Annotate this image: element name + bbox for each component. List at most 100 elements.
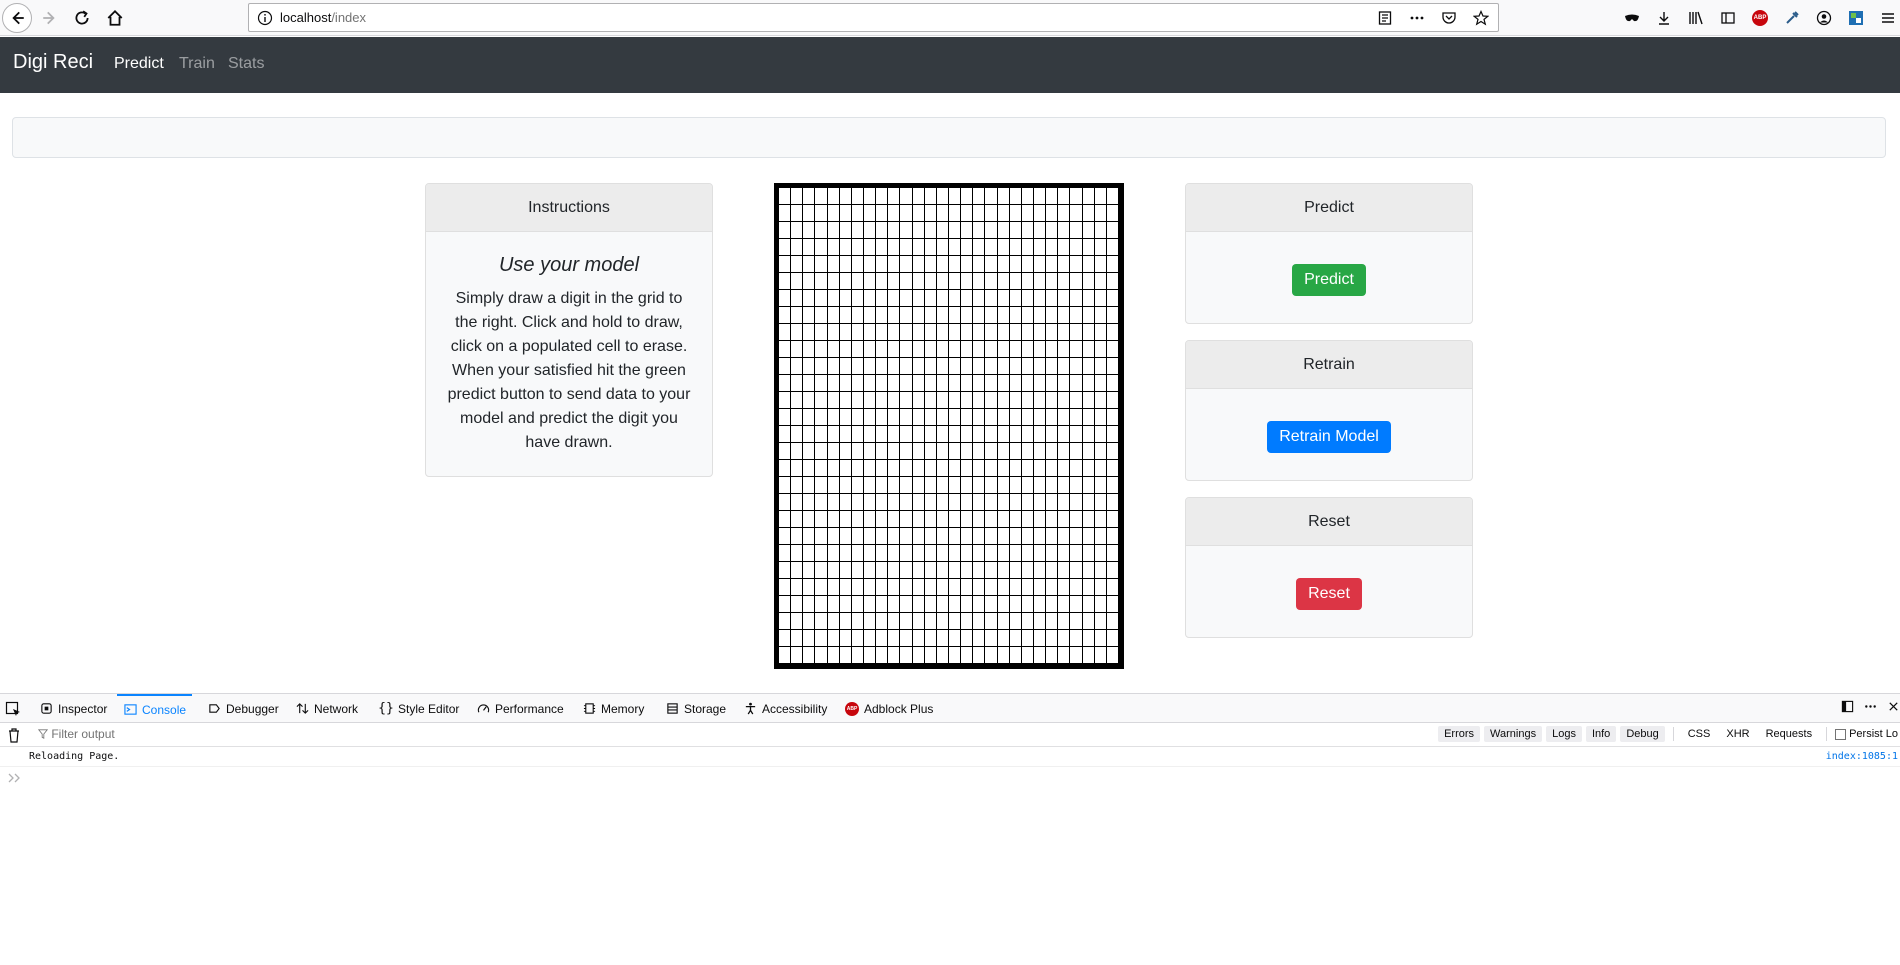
grid-cell[interactable] [851,290,864,307]
grid-cell[interactable] [961,613,974,630]
grid-cell[interactable] [1058,443,1071,460]
grid-cell[interactable] [864,375,877,392]
grid-cell[interactable] [1021,460,1034,477]
grid-cell[interactable] [997,477,1010,494]
grid-cell[interactable] [888,392,901,409]
grid-cell[interactable] [1021,545,1034,562]
grid-cell[interactable] [985,239,998,256]
grid-cell[interactable] [936,545,949,562]
grid-cell[interactable] [888,647,901,664]
grid-cell[interactable] [924,188,937,205]
grid-cell[interactable] [839,613,852,630]
grid-cell[interactable] [1058,392,1071,409]
grid-cell[interactable] [1034,596,1047,613]
bookmark-star-icon[interactable] [1472,9,1490,27]
grid-cell[interactable] [1070,426,1083,443]
grid-cell[interactable] [1009,511,1022,528]
grid-cell[interactable] [815,273,828,290]
reset-button[interactable]: Reset [1296,578,1362,610]
grid-cell[interactable] [973,528,986,545]
grid-cell[interactable] [1106,596,1119,613]
grid-cell[interactable] [1009,545,1022,562]
private-mask-icon[interactable] [1620,6,1644,30]
grid-cell[interactable] [949,358,962,375]
grid-cell[interactable] [851,477,864,494]
grid-cell[interactable] [827,460,840,477]
grid-cell[interactable] [912,307,925,324]
grid-cell[interactable] [779,375,792,392]
grid-cell[interactable] [924,409,937,426]
grid-cell[interactable] [900,443,913,460]
grid-cell[interactable] [827,579,840,596]
grid-cell[interactable] [851,341,864,358]
grid-cell[interactable] [803,341,816,358]
grid-cell[interactable] [924,630,937,647]
grid-cell[interactable] [961,341,974,358]
grid-cell[interactable] [815,562,828,579]
grid-cell[interactable] [924,358,937,375]
grid-cell[interactable] [1094,545,1107,562]
grid-cell[interactable] [803,460,816,477]
grid-cell[interactable] [1046,188,1059,205]
grid-cell[interactable] [851,222,864,239]
grid-cell[interactable] [1070,222,1083,239]
grid-cell[interactable] [1034,579,1047,596]
grid-cell[interactable] [961,596,974,613]
grid-cell[interactable] [815,613,828,630]
grid-cell[interactable] [1094,613,1107,630]
grid-cell[interactable] [851,494,864,511]
grid-cell[interactable] [1046,273,1059,290]
grid-cell[interactable] [815,375,828,392]
tab-storage[interactable]: Storage [665,694,726,723]
grid-cell[interactable] [997,528,1010,545]
grid-cell[interactable] [803,222,816,239]
grid-cell[interactable] [1058,273,1071,290]
grid-cell[interactable] [1094,630,1107,647]
grid-cell[interactable] [1058,596,1071,613]
grid-cell[interactable] [791,307,804,324]
grid-cell[interactable] [888,205,901,222]
grid-cell[interactable] [912,358,925,375]
dock-side-icon[interactable] [1841,700,1854,718]
grid-cell[interactable] [936,341,949,358]
grid-cell[interactable] [779,579,792,596]
grid-cell[interactable] [779,528,792,545]
grid-cell[interactable] [1034,426,1047,443]
filter-xhr-button[interactable]: XHR [1720,726,1755,742]
grid-cell[interactable] [791,647,804,664]
grid-cell[interactable] [864,460,877,477]
filter-warnings-button[interactable]: Warnings [1484,726,1543,742]
grid-cell[interactable] [900,205,913,222]
grid-cell[interactable] [949,477,962,494]
grid-cell[interactable] [1021,613,1034,630]
grid-cell[interactable] [888,477,901,494]
grid-cell[interactable] [1046,341,1059,358]
grid-cell[interactable] [1046,579,1059,596]
grid-cell[interactable] [924,460,937,477]
grid-cell[interactable] [1070,596,1083,613]
grid-cell[interactable] [839,392,852,409]
grid-cell[interactable] [1106,341,1119,358]
grid-cell[interactable] [997,324,1010,341]
grid-cell[interactable] [864,324,877,341]
grid-cell[interactable] [1021,358,1034,375]
grid-cell[interactable] [1009,477,1022,494]
grid-cell[interactable] [900,630,913,647]
grid-cell[interactable] [936,290,949,307]
grid-cell[interactable] [839,341,852,358]
grid-cell[interactable] [864,511,877,528]
predict-button[interactable]: Predict [1292,264,1366,296]
grid-cell[interactable] [791,545,804,562]
grid-cell[interactable] [973,222,986,239]
grid-cell[interactable] [1034,273,1047,290]
grid-cell[interactable] [815,307,828,324]
grid-cell[interactable] [1009,256,1022,273]
grid-cell[interactable] [924,256,937,273]
grid-cell[interactable] [815,358,828,375]
console-prompt-icon[interactable] [8,772,22,784]
grid-cell[interactable] [1034,443,1047,460]
grid-cell[interactable] [900,392,913,409]
grid-cell[interactable] [985,358,998,375]
grid-cell[interactable] [888,426,901,443]
back-button[interactable] [2,3,32,33]
